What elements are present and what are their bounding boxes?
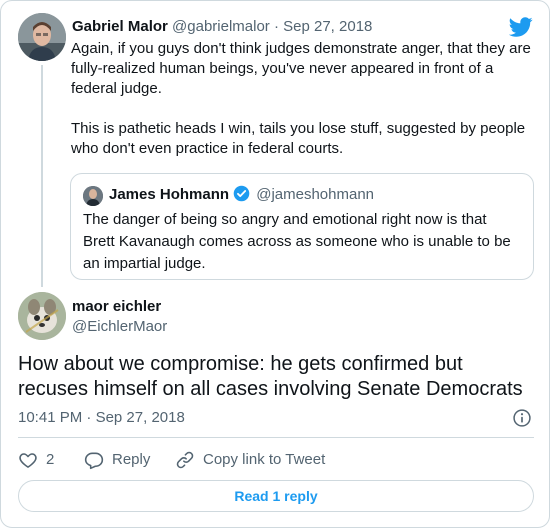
- tweet-date: Sep 27, 2018: [95, 409, 185, 426]
- quoted-tweet-header: James Hohmann @jameshohmann: [109, 185, 374, 205]
- timestamp-separator: ·: [82, 409, 96, 426]
- main-author-name[interactable]: maor eichler: [72, 297, 161, 317]
- main-tweet-text: How about we compromise: he gets confirm…: [18, 353, 523, 400]
- parent-author-handle[interactable]: @gabrielmalor: [172, 18, 270, 35]
- parent-paragraph: This is pathetic heads I win, tails you …: [71, 120, 526, 157]
- action-divider: [18, 437, 534, 438]
- heart-icon: [19, 453, 37, 468]
- thread-connector-line: [41, 65, 43, 287]
- reply-button[interactable]: Reply: [84, 450, 150, 470]
- like-button[interactable]: 2: [18, 450, 54, 470]
- quoted-author-handle: @jameshohmann: [256, 186, 375, 203]
- main-tweet-timestamp[interactable]: 10:41 PM · Sep 27, 2018: [18, 408, 185, 428]
- quoted-tweet-text: The danger of being so angry and emotion…: [83, 211, 511, 272]
- copy-link-label: Copy link to Tweet: [203, 451, 326, 468]
- verified-badge-icon: [233, 185, 250, 202]
- quoted-author-name: James Hohmann: [109, 186, 230, 203]
- tweet-time: 10:41 PM: [18, 409, 83, 426]
- quoted-tweet[interactable]: James Hohmann @jameshohmann The danger o…: [70, 173, 534, 280]
- james-hohmann-avatar: [83, 186, 103, 206]
- reply-label: Reply: [112, 451, 151, 468]
- twitter-bird-icon[interactable]: [509, 15, 533, 39]
- like-count: 2: [46, 451, 55, 468]
- parent-tweet-date[interactable]: Sep 27, 2018: [283, 18, 372, 35]
- read-replies-button[interactable]: Read 1 reply: [18, 480, 534, 512]
- gabriel-malor-avatar[interactable]: [18, 13, 66, 61]
- copy-link-button[interactable]: Copy link to Tweet: [175, 450, 325, 470]
- reply-bubble-icon: [84, 452, 104, 470]
- parent-author-name[interactable]: Gabriel Malor: [72, 18, 168, 35]
- parent-paragraph: Again, if you guys don't think judges de…: [71, 40, 531, 97]
- maor-eichler-avatar[interactable]: [18, 292, 66, 340]
- info-icon[interactable]: [512, 408, 532, 428]
- parent-tweet-text: Again, if you guys don't think judges de…: [71, 39, 536, 159]
- main-author-handle[interactable]: @EichlerMaor: [72, 317, 167, 337]
- parent-date-separator: ·: [269, 18, 284, 35]
- link-icon: [176, 451, 194, 469]
- parent-tweet-header: Gabriel Malor @gabrielmalor · Sep 27, 20…: [72, 17, 372, 37]
- tweet-embed-card: Gabriel Malor @gabrielmalor · Sep 27, 20…: [0, 0, 550, 528]
